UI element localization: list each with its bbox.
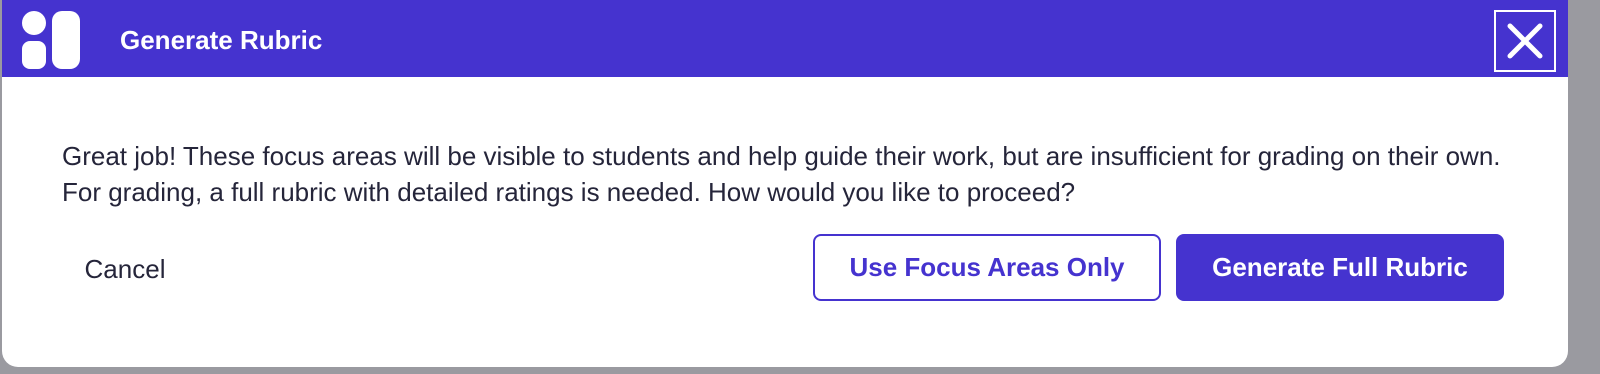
app-logo-icon <box>22 11 82 69</box>
generate-rubric-dialog: Generate Rubric Great job! These focus a… <box>2 0 1568 367</box>
use-focus-areas-only-button[interactable]: Use Focus Areas Only <box>813 234 1161 301</box>
dialog-header: Generate Rubric <box>2 0 1568 77</box>
close-icon <box>1507 23 1543 59</box>
close-button[interactable] <box>1494 10 1556 72</box>
dialog-message: Great job! These focus areas will be vis… <box>62 141 1501 207</box>
cancel-button[interactable]: Cancel <box>62 246 188 292</box>
dialog-title: Generate Rubric <box>120 25 323 55</box>
generate-full-rubric-button[interactable]: Generate Full Rubric <box>1176 234 1504 301</box>
